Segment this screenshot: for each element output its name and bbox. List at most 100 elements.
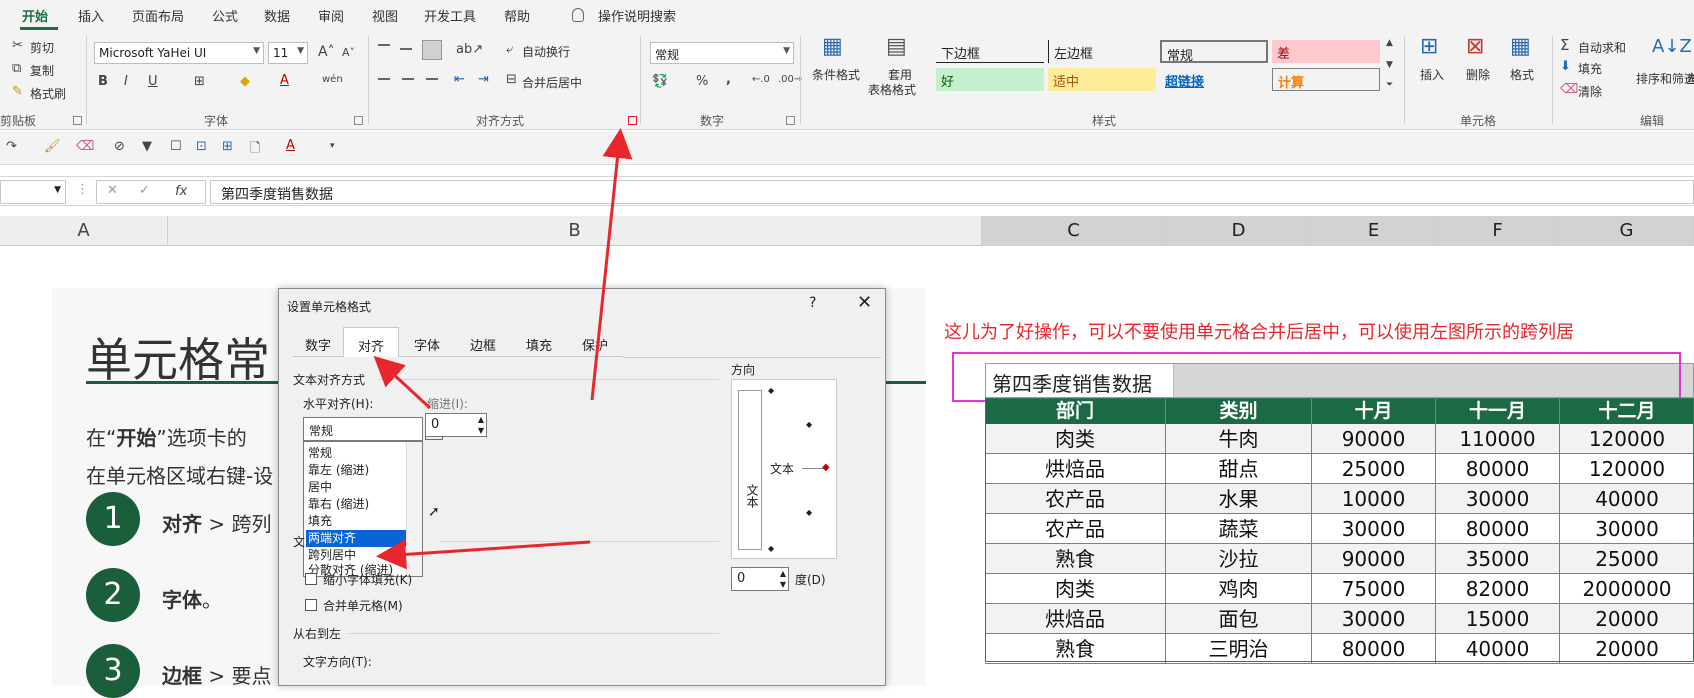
column-header-g[interactable]: G [1560, 216, 1694, 246]
align-center-icon[interactable] [402, 78, 414, 80]
align-left-icon[interactable] [378, 78, 390, 80]
enter-icon[interactable]: ✓ [139, 183, 150, 198]
font-launcher-icon[interactable] [354, 116, 363, 125]
font-color-icon[interactable]: A [286, 138, 295, 153]
format-as-table-line2[interactable]: 表格格式 [868, 81, 916, 98]
fill-color-icon[interactable]: ◆ [240, 74, 250, 89]
column-header-d[interactable]: D [1166, 216, 1312, 246]
formula-input[interactable]: 第四季度销售数据 [210, 180, 1694, 204]
wrap-text-button[interactable]: 自动换行 [522, 43, 570, 60]
insert-function-button[interactable]: fx [175, 184, 187, 199]
style-cell-good[interactable]: 好 [936, 68, 1044, 91]
find-select-button[interactable]: 查 [1686, 70, 1694, 87]
merge-center-button[interactable]: 合并后居中 [522, 74, 582, 91]
alignment-launcher-icon[interactable] [628, 116, 637, 125]
bold-button[interactable]: B [98, 74, 108, 89]
increase-decimal-icon[interactable]: ←.0 [752, 74, 770, 85]
cut-button[interactable]: 剪切 [30, 39, 54, 56]
tab-home[interactable]: 开始 [22, 6, 48, 25]
degree-spinner[interactable]: 0 ▲ ▼ [731, 567, 789, 591]
shrink-font-icon[interactable]: A˅ [342, 46, 355, 59]
style-cell-neutral[interactable]: 适中 [1048, 68, 1156, 91]
tab-view[interactable]: 视图 [372, 6, 398, 25]
column-header-c[interactable]: C [982, 216, 1166, 246]
number-launcher-icon[interactable] [786, 116, 795, 125]
percent-button[interactable]: % [696, 74, 708, 89]
decrease-decimal-icon[interactable]: .00→ [778, 74, 802, 85]
column-header-e[interactable]: E [1312, 216, 1436, 246]
insert-cells-button[interactable]: 插入 [1420, 66, 1444, 83]
fill-button[interactable]: 填充 [1578, 60, 1602, 77]
option-right-indent[interactable]: 靠右 (缩进) [306, 496, 406, 513]
font-size-select[interactable]: 11 ▼ [268, 42, 308, 64]
tab-page-layout[interactable]: 页面布局 [132, 6, 184, 25]
tab-insert[interactable]: 插入 [78, 6, 104, 25]
copy-button[interactable]: 复制 [30, 62, 54, 79]
column-header-f[interactable]: F [1436, 216, 1560, 246]
option-center-across-selection[interactable]: 跨列居中 [306, 547, 406, 564]
tab-alignment[interactable]: 对齐 [343, 327, 399, 357]
border-icon[interactable]: ☐ [170, 139, 182, 154]
clear-filter-icon[interactable]: ⊘ [114, 139, 125, 154]
tab-fill[interactable]: 填充 [511, 331, 567, 357]
comma-button[interactable]: , [726, 72, 731, 87]
cancel-icon[interactable]: ✕ [107, 183, 118, 198]
accounting-format-icon[interactable]: 💱 [652, 74, 668, 89]
freeze-panes-icon[interactable]: ⊡ [196, 139, 207, 154]
tab-review[interactable]: 审阅 [318, 6, 344, 25]
column-header-b[interactable]: B [168, 216, 982, 246]
new-document-icon[interactable]: 🗋 [250, 139, 260, 161]
indent-spinner[interactable]: 0 ▲ ▼ [425, 413, 487, 437]
eraser-icon[interactable]: ⌫ [76, 139, 94, 154]
styles-scroll-down-icon[interactable]: ▼ [1386, 60, 1393, 70]
option-general[interactable]: 常规 [306, 445, 406, 462]
align-bottom-icon[interactable] [422, 40, 442, 60]
option-fill[interactable]: 填充 [306, 513, 406, 530]
column-header-a[interactable]: A [0, 216, 168, 246]
orientation-icon[interactable]: ab↗ [456, 42, 483, 57]
name-box[interactable]: ▼ [0, 180, 66, 204]
table-icon[interactable]: ⊞ [222, 139, 233, 154]
tab-developer[interactable]: 开发工具 [424, 6, 476, 25]
number-format-select[interactable]: 常规 ▼ [650, 42, 794, 64]
shrink-to-fit-checkbox[interactable] [305, 573, 317, 585]
style-cell-calculation[interactable]: 计算 [1272, 68, 1380, 91]
help-button[interactable]: ? [809, 295, 816, 311]
tell-me-search[interactable]: 操作说明搜索 [598, 6, 676, 25]
close-button[interactable]: ✕ [857, 292, 872, 313]
tab-formulas[interactable]: 公式 [212, 6, 238, 25]
tab-number[interactable]: 数字 [293, 331, 343, 357]
merge-cells-checkbox[interactable] [305, 599, 317, 611]
tab-border[interactable]: 边框 [455, 331, 511, 357]
style-cell-bottom-border[interactable]: 下边框 [936, 40, 1044, 63]
vertical-text-button[interactable]: 文本 [738, 390, 762, 550]
borders-icon[interactable]: ⊞ [194, 74, 205, 89]
delete-cells-button[interactable]: 删除 [1466, 66, 1490, 83]
style-cell-hyperlink[interactable]: 超链接 [1160, 68, 1268, 91]
underline-button[interactable]: U [148, 74, 158, 89]
clipboard-launcher-icon[interactable] [73, 116, 82, 125]
orientation-dial[interactable]: 文本 ◆ ◆ ◆ ◆ ◆ [766, 384, 832, 554]
style-cell-left-border[interactable]: 左边框 [1048, 40, 1156, 63]
filter-icon[interactable]: ▼ [142, 139, 152, 154]
grow-font-icon[interactable]: A˄ [318, 44, 335, 60]
tab-data[interactable]: 数据 [264, 6, 290, 25]
decrease-indent-icon[interactable]: ⇤ [454, 72, 465, 87]
clear-button[interactable]: 清除 [1578, 83, 1602, 100]
paintbrush-icon[interactable]: 🖌 [44, 139, 61, 154]
format-cells-button[interactable]: 格式 [1510, 66, 1534, 83]
style-cell-normal[interactable]: 常规 [1160, 40, 1268, 64]
horizontal-align-select[interactable]: 常规 ∨ [303, 417, 443, 441]
option-center[interactable]: 居中 [306, 479, 406, 496]
style-cell-bad[interactable]: 差 [1272, 40, 1380, 63]
styles-more-icon[interactable]: ⏷ [1386, 80, 1393, 90]
tab-help[interactable]: 帮助 [504, 6, 530, 25]
redo-icon[interactable]: ↷ [6, 139, 17, 154]
option-left-indent[interactable]: 靠左 (缩进) [306, 462, 406, 479]
align-right-icon[interactable] [426, 78, 438, 80]
align-top-icon[interactable] [378, 44, 390, 46]
align-middle-icon[interactable] [400, 48, 412, 50]
styles-scroll-up-icon[interactable]: ▲ [1386, 38, 1393, 48]
font-family-select[interactable]: Microsoft YaHei UI ▼ [94, 42, 264, 64]
tab-font[interactable]: 字体 [399, 331, 455, 357]
